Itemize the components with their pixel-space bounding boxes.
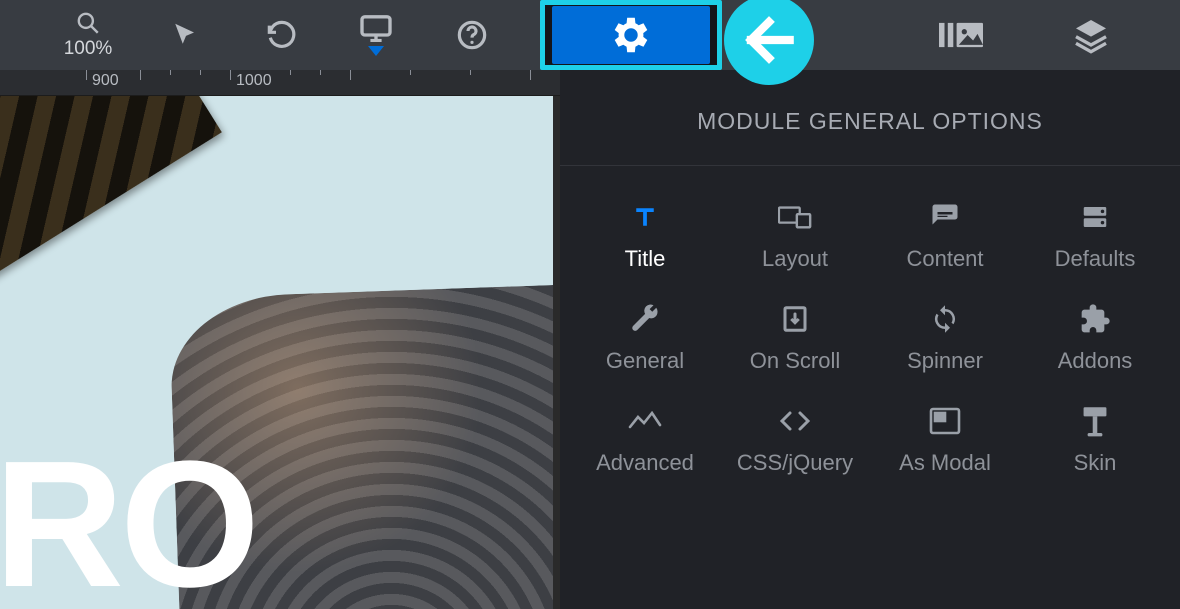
arrow-left-icon [738, 9, 800, 71]
editor-body: 900 1000 RO MODULE GENERAL OPTIONS [0, 70, 1180, 609]
option-label: CSS/jQuery [737, 450, 853, 476]
undo-icon [264, 19, 296, 51]
layers-tool[interactable] [1026, 0, 1156, 70]
dropdown-caret-icon [368, 46, 384, 56]
puzzle-icon [1078, 302, 1112, 336]
option-spinner[interactable]: Spinner [870, 302, 1020, 374]
pointer-tool[interactable] [136, 0, 232, 70]
title-icon [628, 200, 662, 234]
help-icon [456, 19, 488, 51]
option-content[interactable]: Content [870, 200, 1020, 272]
canvas-area: 900 1000 RO [0, 70, 560, 609]
settings-button-highlight [540, 0, 722, 70]
option-general[interactable]: General [570, 302, 720, 374]
device-tool[interactable] [328, 0, 424, 70]
slide-overlay-text: RO [0, 435, 256, 609]
foreground-board [0, 96, 222, 312]
undo-tool[interactable] [232, 0, 328, 70]
option-title[interactable]: Title [570, 200, 720, 272]
slides-icon [939, 20, 983, 50]
module-options-panel: MODULE GENERAL OPTIONS Title Layout Cont… [560, 70, 1180, 609]
option-addons[interactable]: Addons [1020, 302, 1170, 374]
advanced-icon [628, 404, 662, 438]
ruler-mark: 1000 [236, 72, 272, 90]
option-skin[interactable]: Skin [1020, 404, 1170, 476]
option-label: Defaults [1055, 246, 1136, 272]
slide-preview[interactable]: RO [0, 96, 553, 609]
skin-icon [1078, 404, 1112, 438]
ruler-mark: 900 [92, 72, 119, 90]
option-on-scroll[interactable]: On Scroll [720, 302, 870, 374]
settings-button[interactable] [552, 6, 710, 64]
modal-icon [928, 404, 962, 438]
spinner-icon [928, 302, 962, 336]
panel-divider [560, 165, 1180, 166]
option-label: Content [906, 246, 983, 272]
option-label: Layout [762, 246, 828, 272]
defaults-icon [1078, 200, 1112, 234]
slides-tool[interactable] [896, 0, 1026, 70]
gear-icon [608, 12, 654, 58]
option-layout[interactable]: Layout [720, 200, 870, 272]
zoom-tool[interactable]: 100% [40, 0, 136, 70]
code-icon [778, 404, 812, 438]
option-as-modal[interactable]: As Modal [870, 404, 1020, 476]
options-grid: Title Layout Content Defaults [560, 190, 1180, 476]
option-label: As Modal [899, 450, 991, 476]
wrench-icon [628, 302, 662, 336]
layout-icon [778, 200, 812, 234]
horizontal-ruler: 900 1000 [0, 70, 560, 96]
pointer-icon [169, 20, 199, 50]
toolbar-right-group [896, 0, 1180, 70]
option-label: On Scroll [750, 348, 840, 374]
content-icon [928, 200, 962, 234]
option-label: Advanced [596, 450, 694, 476]
option-css-jquery[interactable]: CSS/jQuery [720, 404, 870, 476]
option-label: Spinner [907, 348, 983, 374]
option-advanced[interactable]: Advanced [570, 404, 720, 476]
desktop-icon [359, 14, 393, 42]
option-label: General [606, 348, 684, 374]
option-defaults[interactable]: Defaults [1020, 200, 1170, 272]
option-label: Skin [1074, 450, 1117, 476]
onscroll-icon [778, 302, 812, 336]
help-tool[interactable] [424, 0, 520, 70]
layers-icon [1071, 15, 1111, 55]
search-icon [75, 10, 101, 36]
zoom-level-label: 100% [64, 38, 113, 60]
option-label: Title [625, 246, 666, 272]
option-label: Addons [1058, 348, 1133, 374]
panel-title: MODULE GENERAL OPTIONS [560, 70, 1180, 165]
top-toolbar: 100% [0, 0, 1180, 70]
